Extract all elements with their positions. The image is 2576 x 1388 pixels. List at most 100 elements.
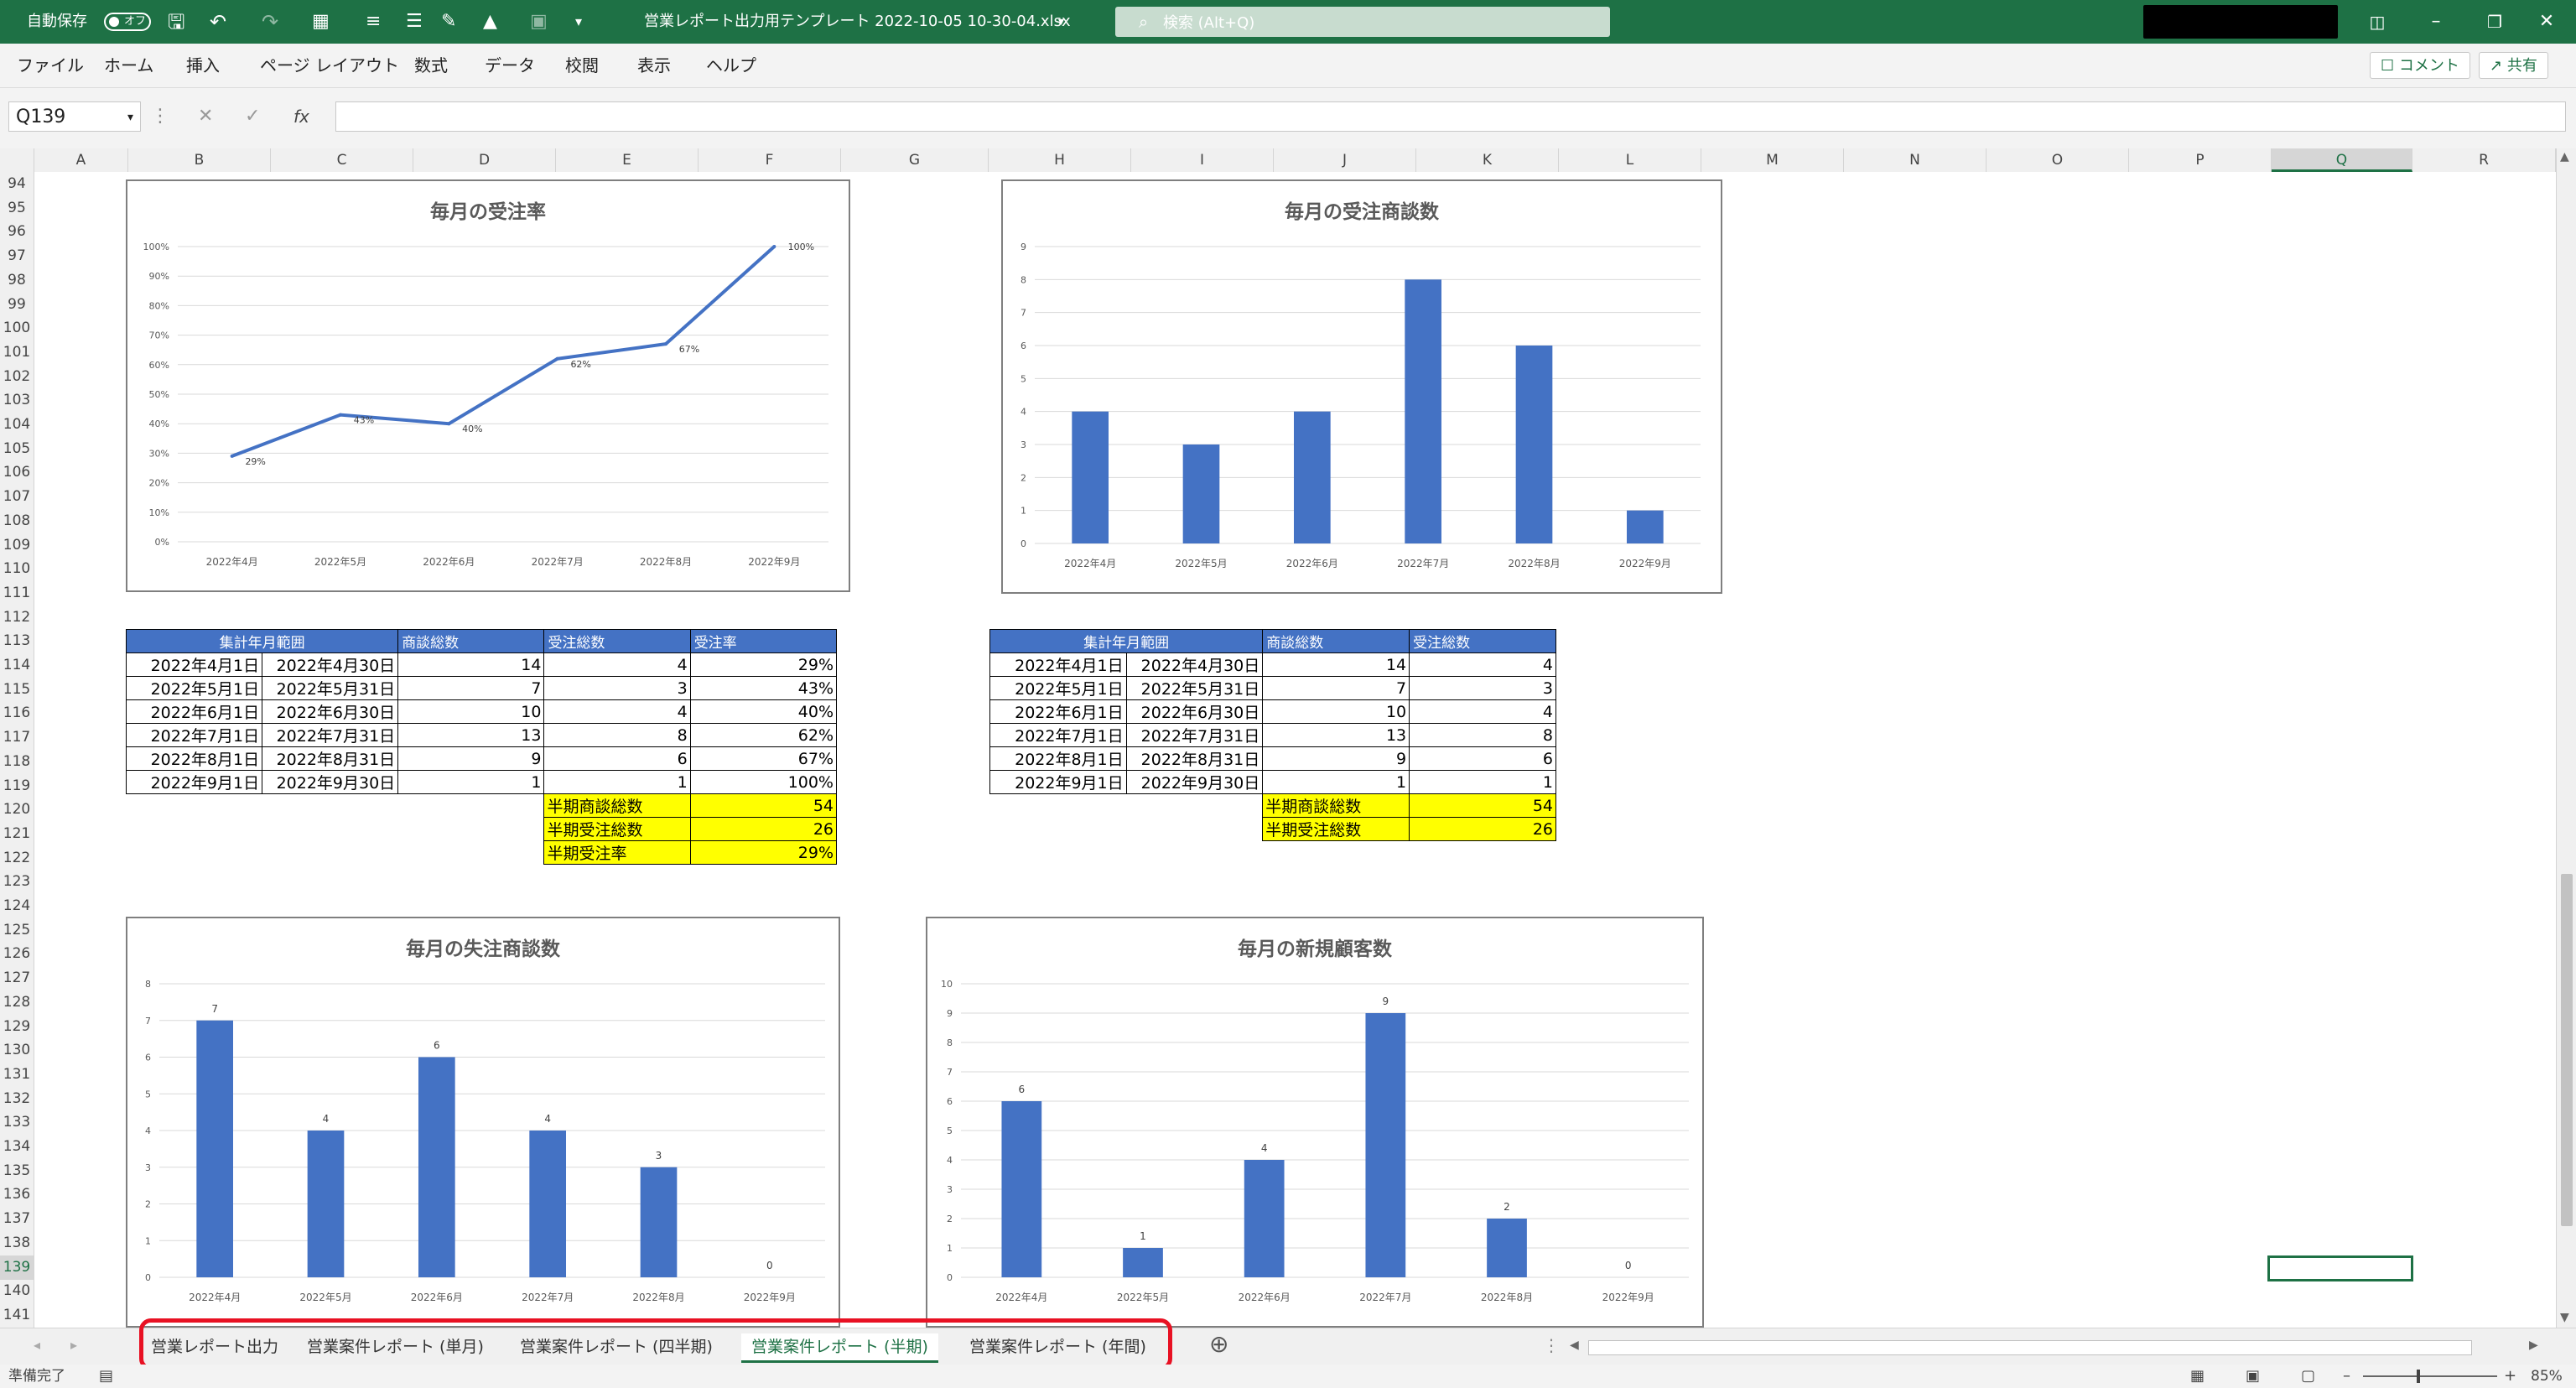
cell[interactable]: 2022年5月31日	[1125, 676, 1264, 700]
cell[interactable]: 10	[1262, 699, 1410, 724]
row-header[interactable]: 100	[0, 316, 34, 341]
row-header[interactable]: 126	[0, 942, 34, 966]
column-header[interactable]: N	[1844, 148, 1987, 172]
row-header[interactable]: 138	[0, 1231, 34, 1255]
menu-file[interactable]: ファイル	[17, 44, 84, 87]
column-header-selected[interactable]: Q	[2272, 148, 2412, 172]
cell[interactable]: 10	[397, 699, 545, 724]
summary-value[interactable]: 54	[1409, 793, 1556, 818]
row-header[interactable]: 134	[0, 1135, 34, 1159]
scroll-up-icon[interactable]: ▲	[2560, 150, 2569, 164]
row-header[interactable]: 122	[0, 846, 34, 871]
add-sheet-icon[interactable]: ⊕	[1209, 1330, 1228, 1358]
row-header[interactable]: 133	[0, 1110, 34, 1135]
column-header[interactable]: A	[34, 148, 128, 172]
zoom-level[interactable]: 85%	[2531, 1365, 2563, 1388]
scroll-down-icon[interactable]: ▼	[2560, 1311, 2569, 1324]
cell[interactable]: 1	[1409, 770, 1556, 794]
cell[interactable]: 2022年4月1日	[125, 652, 263, 677]
row-header[interactable]: 125	[0, 918, 34, 943]
column-header[interactable]: M	[1701, 148, 1844, 172]
row-header[interactable]: 94	[0, 172, 34, 196]
cell[interactable]: 1	[1262, 770, 1410, 794]
row-header[interactable]: 99	[0, 293, 34, 317]
cell[interactable]: 2022年7月31日	[262, 723, 399, 747]
cell[interactable]: 2022年9月30日	[1125, 770, 1264, 794]
row-header[interactable]: 111	[0, 581, 34, 606]
customize-qat-icon[interactable]: ▾	[575, 0, 582, 44]
row-header[interactable]: 119	[0, 774, 34, 798]
cell[interactable]: 100%	[689, 770, 838, 794]
chevron-down-icon[interactable]: ▾	[1058, 0, 1064, 44]
menu-insert[interactable]: 挿入	[186, 44, 220, 87]
cell[interactable]: 2022年6月1日	[125, 699, 263, 724]
selected-cell[interactable]	[2267, 1255, 2413, 1281]
row-header[interactable]: 113	[0, 629, 34, 653]
ribbon-display-icon[interactable]: ◫	[2348, 0, 2407, 44]
cell[interactable]: 3	[543, 676, 691, 700]
row-header[interactable]: 128	[0, 990, 34, 1015]
format-painter-icon[interactable]: ✎	[441, 0, 456, 44]
cell[interactable]: 3	[1409, 676, 1556, 700]
more-options-icon[interactable]: ⋮	[151, 101, 169, 132]
row-header[interactable]: 136	[0, 1183, 34, 1207]
share-button[interactable]: ↗ 共有	[2479, 52, 2548, 79]
cell[interactable]: 13	[1262, 723, 1410, 747]
menu-review[interactable]: 校閲	[565, 44, 599, 87]
row-header[interactable]: 102	[0, 365, 34, 389]
row-header[interactable]: 120	[0, 798, 34, 822]
row-header[interactable]: 97	[0, 244, 34, 268]
account-redacted[interactable]	[2143, 5, 2338, 39]
save-icon[interactable]: 🖫	[168, 0, 184, 44]
normal-view-icon[interactable]: ▦	[2190, 1365, 2205, 1388]
zoom-in-icon[interactable]: +	[2504, 1365, 2516, 1388]
cell[interactable]: 2022年7月1日	[989, 723, 1127, 747]
chart-order-rate[interactable]: 毎月の受注率 0% 10% 20% 30% 40% 50% 60% 70% 80% 90% 100% 2…	[126, 179, 850, 592]
cell[interactable]: 2022年9月30日	[262, 770, 399, 794]
column-header[interactable]: D	[413, 148, 556, 172]
scroll-right-icon[interactable]: ▶	[2529, 1339, 2538, 1352]
cell[interactable]: 2022年4月30日	[1125, 652, 1264, 677]
cell[interactable]: 2022年8月1日	[989, 746, 1127, 771]
cell[interactable]: 2022年5月31日	[262, 676, 399, 700]
row-header[interactable]: 98	[0, 268, 34, 293]
fill-color-icon[interactable]: ▲	[483, 0, 497, 44]
tab-scroll-right-icon[interactable]: ▸	[70, 1337, 77, 1353]
row-header[interactable]: 101	[0, 341, 34, 365]
summary-value[interactable]: 54	[689, 793, 838, 818]
row-header[interactable]: 116	[0, 701, 34, 725]
cell[interactable]: 43%	[689, 676, 838, 700]
autosave-toggle[interactable]: オフ	[104, 13, 151, 31]
more-options-icon[interactable]: ⋮	[1543, 1335, 1560, 1355]
align-center-icon[interactable]: ≡	[366, 0, 381, 44]
cell[interactable]: 14	[397, 652, 545, 677]
cancel-icon[interactable]: ✕	[198, 101, 213, 132]
search-box[interactable]: ⌕ 検索 (Alt+Q)	[1115, 7, 1610, 37]
column-header[interactable]: R	[2412, 148, 2556, 172]
cell[interactable]: 2022年8月1日	[125, 746, 263, 771]
summary-label[interactable]: 半期受注率	[543, 840, 691, 865]
cell[interactable]: 4	[1409, 699, 1556, 724]
zoom-slider[interactable]	[2363, 1375, 2497, 1377]
cell[interactable]: 2022年7月31日	[1125, 723, 1264, 747]
cell[interactable]: 2022年6月30日	[262, 699, 399, 724]
column-header[interactable]: L	[1559, 148, 1701, 172]
cell[interactable]: 13	[397, 723, 545, 747]
column-header[interactable]: K	[1416, 148, 1559, 172]
name-box[interactable]: Q139 ▾	[8, 101, 141, 132]
cell[interactable]: 2022年5月1日	[989, 676, 1127, 700]
tab-scroll-left-icon[interactable]: ◂	[34, 1337, 40, 1353]
row-header[interactable]: 129	[0, 1015, 34, 1039]
row-header[interactable]: 121	[0, 822, 34, 846]
cell[interactable]: 9	[397, 746, 545, 771]
summary-value[interactable]: 29%	[689, 840, 838, 865]
column-header[interactable]: H	[989, 148, 1131, 172]
row-header[interactable]: 117	[0, 725, 34, 750]
horizontal-scrollbar[interactable]	[1588, 1340, 2472, 1355]
page-break-view-icon[interactable]: ▢	[2301, 1365, 2315, 1388]
column-header[interactable]: J	[1274, 148, 1416, 172]
row-header[interactable]: 96	[0, 220, 34, 244]
zoom-slider-thumb[interactable]	[2417, 1370, 2420, 1383]
column-header[interactable]: B	[128, 148, 271, 172]
column-header[interactable]: P	[2129, 148, 2272, 172]
